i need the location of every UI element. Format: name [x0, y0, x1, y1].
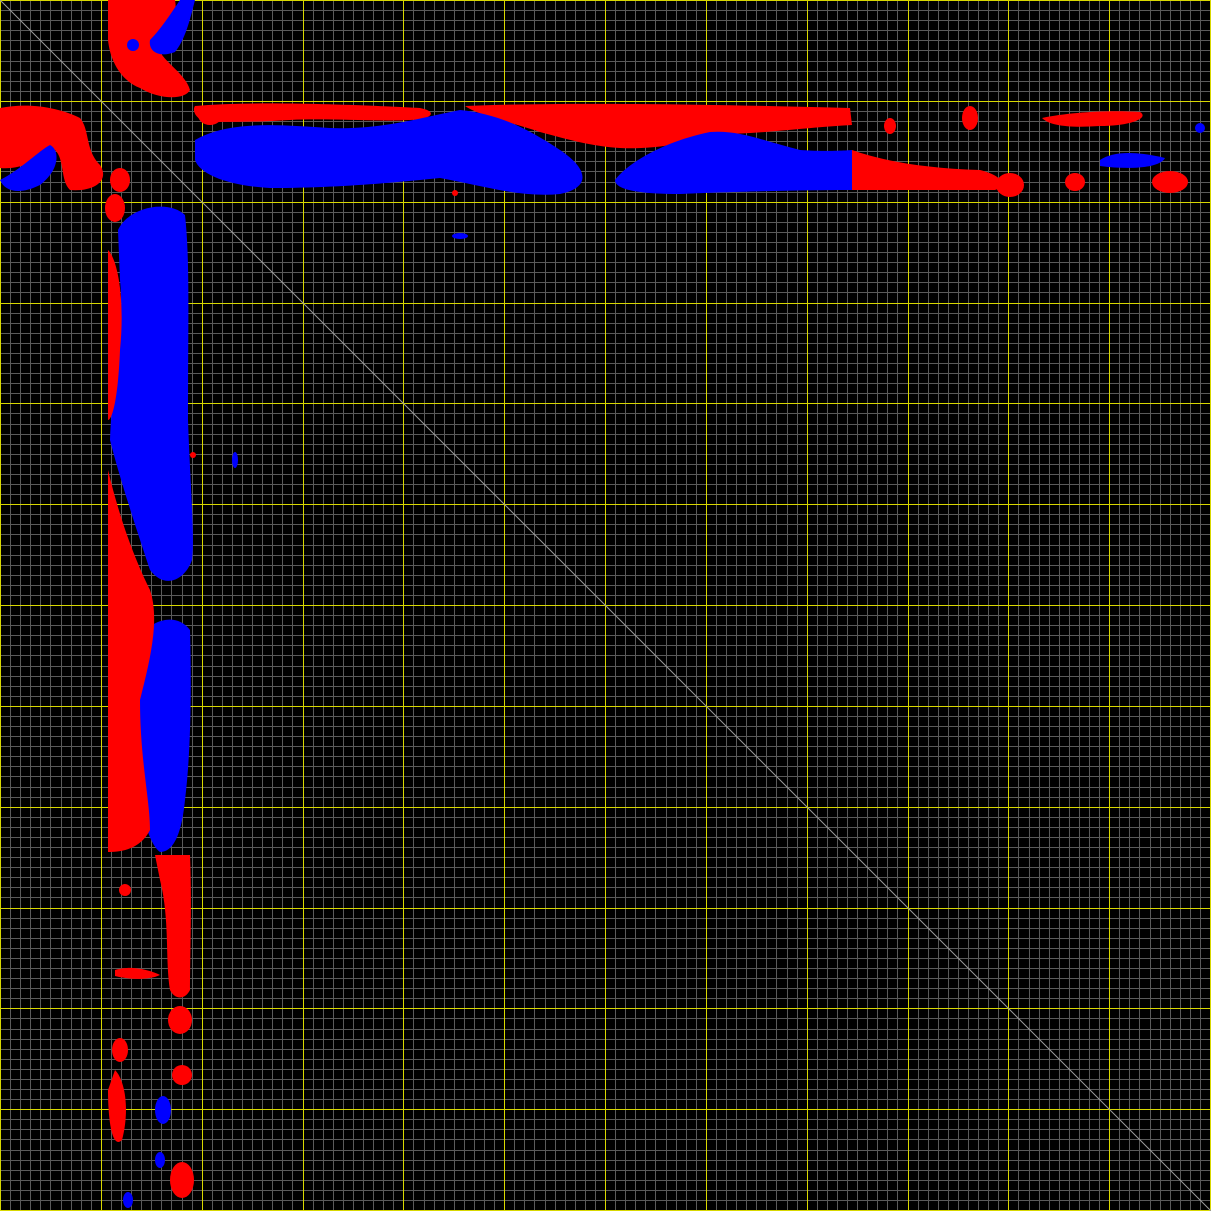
- contour-pos: [170, 1162, 194, 1198]
- contour-neg: [123, 1192, 133, 1208]
- contour-neg: [155, 1096, 171, 1124]
- contour-pos: [112, 1038, 128, 1062]
- contour-pos: [452, 190, 458, 196]
- contour-neg: [232, 452, 238, 468]
- contour-pos: [168, 1006, 192, 1034]
- contour-neg: [452, 233, 468, 239]
- contour-neg: [155, 1152, 165, 1168]
- contour-pos: [110, 168, 130, 192]
- contour-pos: [172, 1065, 192, 1085]
- contour-pos: [105, 194, 125, 222]
- contour-pos: [190, 452, 196, 458]
- contour-pos: [1065, 173, 1085, 191]
- contour-pos: [198, 105, 222, 125]
- contour-pos: [996, 173, 1024, 197]
- contour-neg: [127, 39, 139, 51]
- contour-neg: [1195, 123, 1205, 133]
- contour-pos: [962, 106, 978, 130]
- contour-plot: [0, 0, 1211, 1211]
- contour-pos: [1152, 171, 1188, 193]
- contour-pos: [119, 884, 131, 896]
- contour-pos: [884, 118, 896, 134]
